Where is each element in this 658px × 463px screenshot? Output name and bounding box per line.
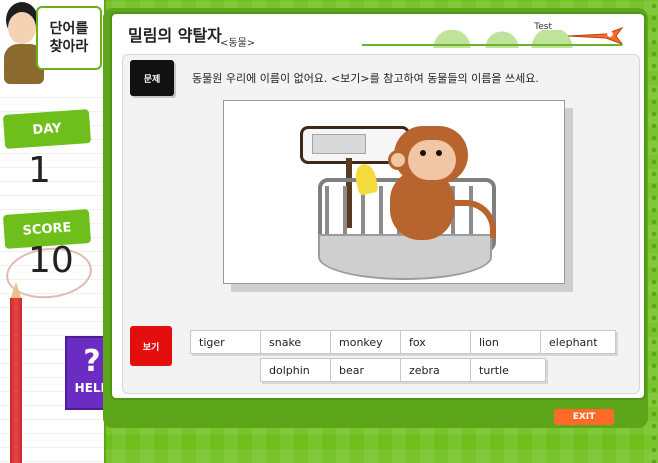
game-title-line2: 찾아라 bbox=[49, 39, 89, 55]
sign-answer-blank[interactable] bbox=[312, 134, 366, 154]
header-divider bbox=[362, 44, 622, 46]
choice-tiger[interactable]: tiger bbox=[190, 330, 266, 354]
choices-badge: 보기 bbox=[130, 326, 172, 366]
notebook-binding-dots bbox=[650, 0, 658, 463]
day-label: DAY bbox=[2, 109, 92, 149]
choice-dolphin[interactable]: dolphin bbox=[260, 358, 336, 382]
mascot-header: 단어를 찾아라 bbox=[0, 0, 104, 92]
game-title-badge: 단어를 찾아라 bbox=[36, 6, 102, 70]
airplane-icon bbox=[567, 26, 624, 46]
worksheet-header: 밀림의 약탈자 <동물> Test bbox=[112, 14, 644, 50]
monkey-ear bbox=[388, 150, 408, 170]
monkey-eye bbox=[436, 150, 442, 156]
choice-turtle[interactable]: turtle bbox=[470, 358, 546, 382]
score-value: 10 bbox=[28, 240, 74, 281]
choice-monkey[interactable]: monkey bbox=[330, 330, 406, 354]
game-title-line1: 단어를 bbox=[49, 21, 89, 37]
page-subtitle: <동물> bbox=[220, 38, 256, 49]
choice-fox[interactable]: fox bbox=[400, 330, 476, 354]
choice-bear[interactable]: bear bbox=[330, 358, 406, 382]
app-stage: { "sidebar": { "title_line1": "단어를", "ti… bbox=[0, 0, 658, 463]
pencil-icon bbox=[10, 298, 22, 463]
question-text: 동물원 우리에 이름이 없어요. <보기>를 참고하여 동물들의 이름을 쓰세요… bbox=[192, 72, 539, 85]
monkey-eye bbox=[420, 150, 426, 156]
mascot-head bbox=[8, 12, 36, 44]
page-title: 밀림의 약탈자 bbox=[128, 26, 222, 45]
question-badge: 문제 bbox=[130, 60, 174, 96]
monkey-face bbox=[408, 140, 456, 180]
choice-snake[interactable]: snake bbox=[260, 330, 336, 354]
test-tag: Test bbox=[534, 22, 552, 32]
cage-base bbox=[318, 234, 492, 280]
choices-area: tiger snake monkey fox lion elephant dol… bbox=[176, 318, 632, 390]
day-value: 1 bbox=[28, 150, 51, 191]
choice-zebra[interactable]: zebra bbox=[400, 358, 476, 382]
exit-button[interactable]: EXIT bbox=[554, 409, 614, 425]
choice-elephant[interactable]: elephant bbox=[540, 330, 616, 354]
choice-lion[interactable]: lion bbox=[470, 330, 546, 354]
